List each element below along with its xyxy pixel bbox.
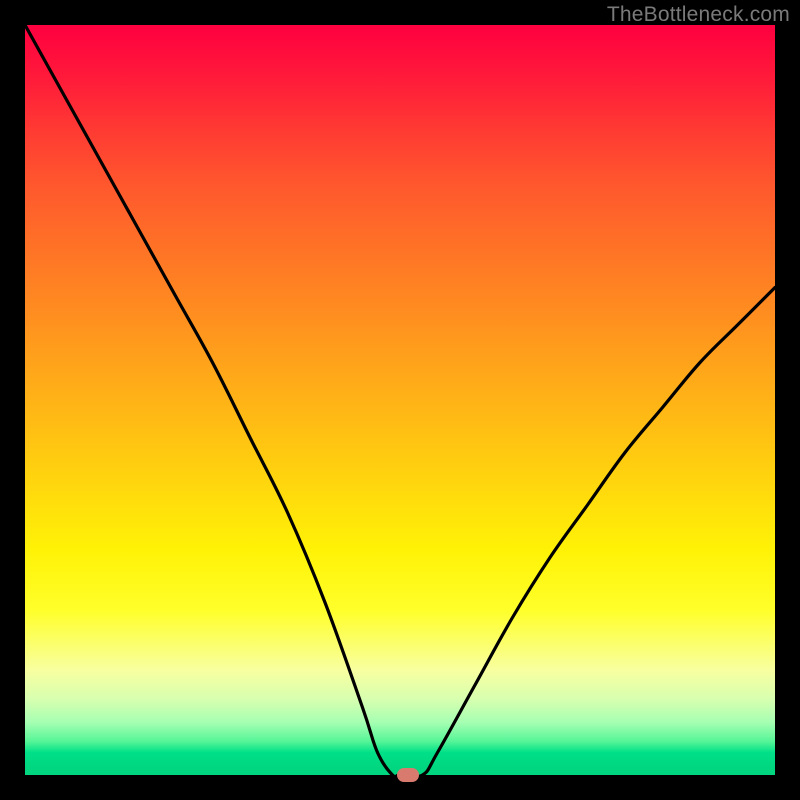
chart-frame: TheBottleneck.com <box>0 0 800 800</box>
plot-area <box>25 25 775 775</box>
background-gradient <box>25 25 775 775</box>
attribution-label: TheBottleneck.com <box>607 3 790 27</box>
